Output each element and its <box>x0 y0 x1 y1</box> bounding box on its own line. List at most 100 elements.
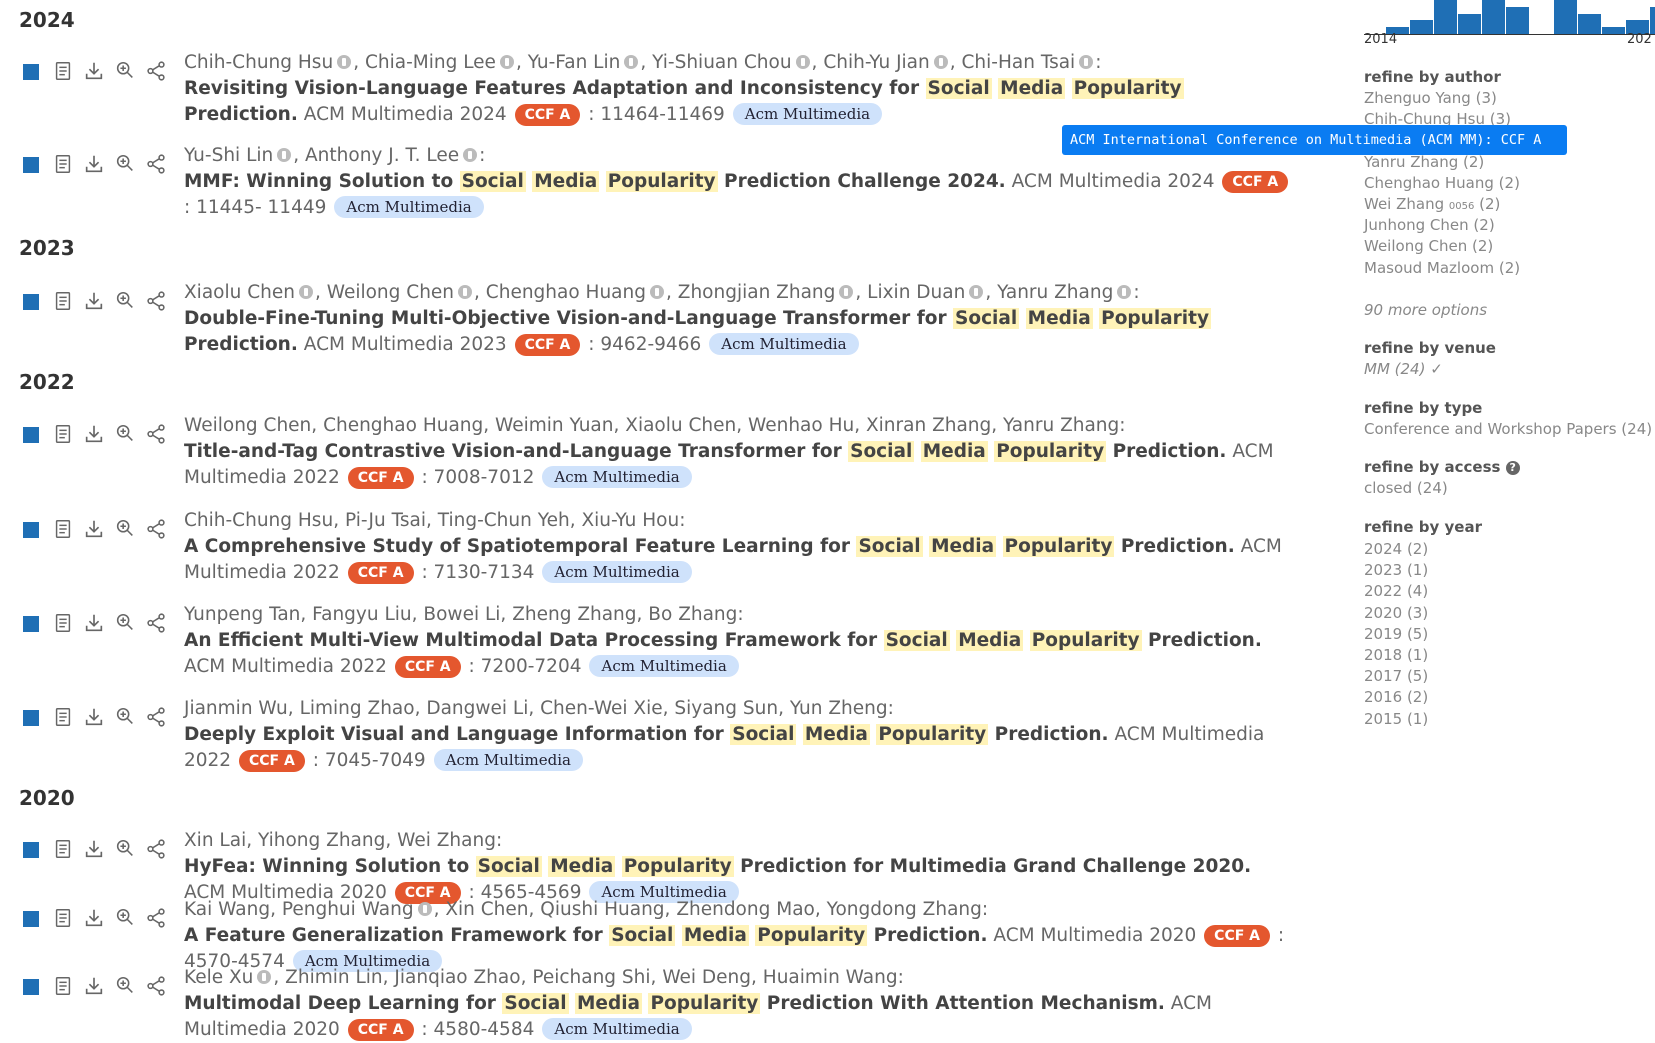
help-icon[interactable]: ? <box>1505 461 1520 475</box>
download-icon[interactable] <box>83 612 105 634</box>
share-icon[interactable] <box>145 423 167 445</box>
histogram-bar[interactable] <box>1506 7 1529 34</box>
histogram-bar[interactable] <box>1578 14 1601 34</box>
orcid-icon[interactable] <box>463 148 478 162</box>
author-link[interactable]: Lixin Duan <box>867 282 965 303</box>
document-icon[interactable] <box>52 518 74 540</box>
author-link[interactable]: Xin Chen <box>445 899 528 920</box>
search-people-icon[interactable] <box>114 518 136 540</box>
author-link[interactable]: Yun Zheng <box>790 698 888 719</box>
square-icon[interactable] <box>23 427 39 443</box>
share-icon[interactable] <box>145 153 167 175</box>
share-icon[interactable] <box>145 612 167 634</box>
square-icon[interactable] <box>23 157 39 173</box>
author-link[interactable]: Fangyu Liu <box>312 604 411 625</box>
author-link[interactable]: Zhendong Mao <box>676 899 815 920</box>
download-icon[interactable] <box>83 290 105 312</box>
square-icon[interactable] <box>23 64 39 80</box>
search-people-icon[interactable] <box>114 60 136 82</box>
author-link[interactable]: Yihong Zhang <box>258 830 385 851</box>
share-icon[interactable] <box>145 518 167 540</box>
author-link[interactable]: Peichang Shi <box>532 967 650 988</box>
share-icon[interactable] <box>145 290 167 312</box>
refine-author-item[interactable]: Wei Zhang 0056 (2) <box>1364 195 1500 213</box>
venue-tag[interactable]: Acm Multimedia <box>433 749 583 771</box>
refine-type-item[interactable]: Conference and Workshop Papers (24) <box>1364 420 1652 438</box>
author-link[interactable]: Yanru Zhang <box>1003 415 1119 436</box>
venue-link[interactable]: Multimedia 2022 <box>231 656 387 677</box>
author-link[interactable]: Pi-Ju Tsai <box>345 510 426 531</box>
author-link[interactable]: Qiushi Huang <box>540 899 664 920</box>
download-icon[interactable] <box>83 423 105 445</box>
venue-link[interactable]: ACM <box>184 656 225 677</box>
author-link[interactable]: Yanru Zhang <box>997 282 1113 303</box>
square-icon[interactable] <box>23 616 39 632</box>
author-link[interactable]: Zhimin Lin <box>285 967 382 988</box>
venue-tag[interactable]: Acm Multimedia <box>334 196 484 218</box>
author-link[interactable]: Zhongjian Zhang <box>678 282 836 303</box>
refine-year-item[interactable]: 2024 (2) <box>1364 540 1428 558</box>
search-people-icon[interactable] <box>114 290 136 312</box>
venue-tag[interactable]: Acm Multimedia <box>542 1018 692 1040</box>
histogram-bar[interactable] <box>1434 0 1457 34</box>
refine-venue-item[interactable]: MM (24) ✓ <box>1364 360 1443 378</box>
author-link[interactable]: Weilong Chen <box>327 282 454 303</box>
author-link[interactable]: Xiaolu Chen <box>625 415 736 436</box>
author-link[interactable]: Huaimin Wang <box>763 967 898 988</box>
download-icon[interactable] <box>83 706 105 728</box>
author-link[interactable]: Chenghao Huang <box>323 415 483 436</box>
refine-author-item[interactable]: Masoud Mazloom (2) <box>1364 259 1520 277</box>
author-link[interactable]: Anthony J. T. Lee <box>305 145 459 166</box>
venue-tag[interactable]: Acm Multimedia <box>732 103 883 125</box>
orcid-icon[interactable] <box>277 148 292 162</box>
share-icon[interactable] <box>145 907 167 929</box>
author-link[interactable]: Weimin Yuan <box>495 415 613 436</box>
venue-link[interactable]: ACM Multimedia 2024 <box>1006 171 1215 192</box>
refine-access-item[interactable]: closed (24) <box>1364 479 1448 497</box>
refine-year-item[interactable]: 2017 (5) <box>1364 667 1428 685</box>
orcid-icon[interactable] <box>257 970 272 984</box>
author-link[interactable]: Wenhao Hu <box>748 415 854 436</box>
search-people-icon[interactable] <box>114 706 136 728</box>
refine-year-item[interactable]: 2019 (5) <box>1364 625 1428 643</box>
orcid-icon[interactable] <box>969 285 984 299</box>
refine-year-item[interactable]: 2015 (1) <box>1364 710 1428 728</box>
square-icon[interactable] <box>23 522 39 538</box>
document-icon[interactable] <box>52 612 74 634</box>
venue-link[interactable]: 2022 <box>293 562 340 583</box>
histogram-bar[interactable] <box>1554 0 1577 34</box>
document-icon[interactable] <box>52 838 74 860</box>
author-link[interactable]: Siyang Sun <box>674 698 778 719</box>
histogram-bar[interactable] <box>1482 0 1505 34</box>
document-icon[interactable] <box>52 423 74 445</box>
author-link[interactable]: Yi-Shiuan Chou <box>652 52 791 73</box>
refine-year-item[interactable]: 2023 (1) <box>1364 561 1428 579</box>
author-link[interactable]: Zheng Zhang <box>512 604 636 625</box>
square-icon[interactable] <box>23 842 39 858</box>
venue-link[interactable]: Multimedia 2023 <box>351 334 507 355</box>
share-icon[interactable] <box>145 60 167 82</box>
author-link[interactable]: Yu-Fan Lin <box>528 52 621 73</box>
author-link[interactable]: Liming Zhao <box>300 698 415 719</box>
orcid-icon[interactable] <box>839 285 854 299</box>
square-icon[interactable] <box>23 710 39 726</box>
refine-year-item[interactable]: 2018 (1) <box>1364 646 1428 664</box>
author-link[interactable]: Bowei Li <box>423 604 500 625</box>
author-link[interactable]: Penghui Wang <box>282 899 414 920</box>
square-icon[interactable] <box>23 294 39 310</box>
refine-author-item[interactable]: Zhenguo Yang (3) <box>1364 89 1497 107</box>
search-people-icon[interactable] <box>114 153 136 175</box>
download-icon[interactable] <box>83 518 105 540</box>
orcid-icon[interactable] <box>458 285 473 299</box>
refine-author-item[interactable]: Junhong Chen (2) <box>1364 216 1495 234</box>
document-icon[interactable] <box>52 907 74 929</box>
author-link[interactable]: Chi-Han Tsai <box>962 52 1076 73</box>
author-link[interactable]: Chen-Wei Xie <box>540 698 662 719</box>
venue-link[interactable]: Multimedia 2024 <box>351 104 507 125</box>
author-link[interactable]: Chia-Ming Lee <box>365 52 496 73</box>
author-link[interactable]: Kai Wang <box>184 899 270 920</box>
author-link[interactable]: Jianmin Wu <box>184 698 288 719</box>
author-link[interactable]: Jianqiao Zhao <box>394 967 520 988</box>
share-icon[interactable] <box>145 706 167 728</box>
venue-link[interactable]: 2022 <box>293 467 340 488</box>
